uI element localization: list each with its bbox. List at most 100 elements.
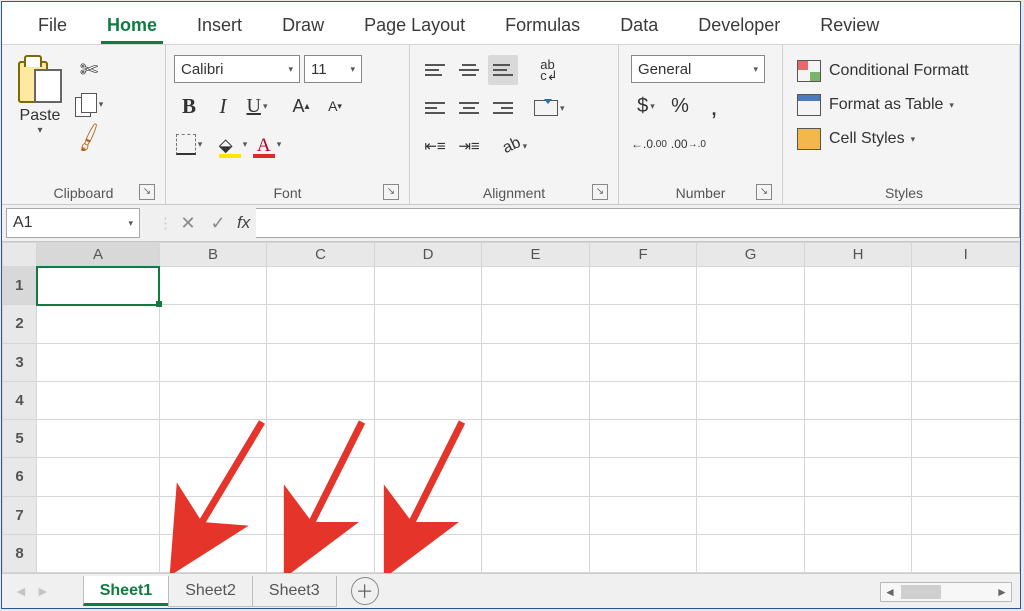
tab-review[interactable]: Review xyxy=(814,7,885,44)
cell[interactable] xyxy=(804,496,912,534)
cell[interactable] xyxy=(159,458,267,496)
cell[interactable] xyxy=(804,458,912,496)
cell[interactable] xyxy=(374,458,482,496)
tab-draw[interactable]: Draw xyxy=(276,7,330,44)
cell[interactable] xyxy=(589,420,697,458)
cell[interactable] xyxy=(912,420,1020,458)
cell[interactable] xyxy=(697,305,805,343)
cell[interactable] xyxy=(159,305,267,343)
tab-page-layout[interactable]: Page Layout xyxy=(358,7,471,44)
cell[interactable] xyxy=(697,496,805,534)
cell[interactable] xyxy=(37,343,160,381)
cell[interactable] xyxy=(697,458,805,496)
font-color-button[interactable]: A▾ xyxy=(252,129,282,159)
cell[interactable] xyxy=(482,458,590,496)
cell[interactable] xyxy=(482,496,590,534)
align-middle-button[interactable] xyxy=(454,55,484,85)
cell[interactable] xyxy=(804,343,912,381)
cell[interactable] xyxy=(267,381,375,419)
cell[interactable] xyxy=(697,420,805,458)
cell[interactable] xyxy=(912,458,1020,496)
sheet-nav-prev[interactable]: ◄ xyxy=(10,583,32,599)
cell[interactable] xyxy=(159,343,267,381)
cancel-formula-button[interactable]: ✕ xyxy=(173,213,203,234)
cell[interactable] xyxy=(697,381,805,419)
cell[interactable] xyxy=(37,496,160,534)
align-bottom-button[interactable] xyxy=(488,55,518,85)
cell[interactable] xyxy=(267,343,375,381)
cell[interactable] xyxy=(159,267,267,305)
tab-developer[interactable]: Developer xyxy=(692,7,786,44)
cell[interactable] xyxy=(804,381,912,419)
align-right-button[interactable] xyxy=(488,93,518,123)
increase-decimal-button[interactable]: ←.0.00 xyxy=(631,129,667,159)
cell[interactable] xyxy=(482,305,590,343)
formula-input[interactable] xyxy=(256,208,1020,238)
scroll-right[interactable]: ► xyxy=(993,585,1011,599)
col-header-D[interactable]: D xyxy=(374,243,482,267)
cell[interactable] xyxy=(374,381,482,419)
cell[interactable] xyxy=(589,458,697,496)
cell[interactable] xyxy=(482,420,590,458)
sheet-tab-1[interactable]: Sheet1 xyxy=(83,576,169,606)
sheet-tab-2[interactable]: Sheet2 xyxy=(168,576,253,607)
sheet-nav-next[interactable]: ► xyxy=(32,583,54,599)
tab-insert[interactable]: Insert xyxy=(191,7,248,44)
cell[interactable] xyxy=(37,534,160,572)
cell[interactable] xyxy=(374,305,482,343)
col-header-H[interactable]: H xyxy=(804,243,912,267)
merge-center-button[interactable]: ▾ xyxy=(534,93,565,123)
cell[interactable] xyxy=(159,381,267,419)
align-top-button[interactable] xyxy=(420,55,450,85)
cell[interactable] xyxy=(159,534,267,572)
number-format-selector[interactable]: General▾ xyxy=(631,55,765,83)
alignment-launcher[interactable]: ↘ xyxy=(592,184,608,200)
format-painter-button[interactable]: 🖌 xyxy=(74,123,104,153)
increase-font-button[interactable]: A▴ xyxy=(286,91,316,121)
font-launcher[interactable]: ↘ xyxy=(383,184,399,200)
row-header-3[interactable]: 3 xyxy=(3,343,37,381)
select-all-corner[interactable] xyxy=(3,243,37,267)
cell[interactable] xyxy=(37,458,160,496)
cell[interactable] xyxy=(267,267,375,305)
col-header-E[interactable]: E xyxy=(482,243,590,267)
scroll-thumb[interactable] xyxy=(901,585,941,599)
tab-formulas[interactable]: Formulas xyxy=(499,7,586,44)
row-header-1[interactable]: 1 xyxy=(3,267,37,305)
cell[interactable] xyxy=(482,381,590,419)
cell[interactable] xyxy=(482,267,590,305)
cell[interactable] xyxy=(374,496,482,534)
underline-button[interactable]: U▾ xyxy=(242,91,272,121)
cell[interactable] xyxy=(804,267,912,305)
tab-data[interactable]: Data xyxy=(614,7,664,44)
cell[interactable] xyxy=(912,496,1020,534)
number-launcher[interactable]: ↘ xyxy=(756,184,772,200)
font-size-selector[interactable]: 11▾ xyxy=(304,55,362,83)
cell[interactable] xyxy=(912,534,1020,572)
cell[interactable] xyxy=(804,420,912,458)
cell[interactable] xyxy=(37,420,160,458)
align-center-button[interactable] xyxy=(454,93,484,123)
decrease-indent-button[interactable]: ⇤≡ xyxy=(420,131,450,161)
cell[interactable] xyxy=(912,305,1020,343)
bold-button[interactable]: B xyxy=(174,91,204,121)
conditional-formatting-button[interactable]: Conditional Formatt xyxy=(793,55,973,87)
comma-format-button[interactable]: , xyxy=(699,91,729,121)
row-header-6[interactable]: 6 xyxy=(3,458,37,496)
font-name-selector[interactable]: Calibri▾ xyxy=(174,55,300,83)
decrease-font-button[interactable]: A▾ xyxy=(320,91,350,121)
col-header-I[interactable]: I xyxy=(912,243,1020,267)
cell[interactable] xyxy=(589,305,697,343)
col-header-A[interactable]: A xyxy=(37,243,160,267)
decrease-decimal-button[interactable]: .00→.0 xyxy=(671,129,706,159)
clipboard-launcher[interactable]: ↘ xyxy=(139,184,155,200)
italic-button[interactable]: I xyxy=(208,91,238,121)
fill-color-button[interactable]: ⬙▾ xyxy=(218,129,248,159)
cell[interactable] xyxy=(589,381,697,419)
cell[interactable] xyxy=(589,534,697,572)
orientation-button[interactable]: ab▾ xyxy=(500,131,530,161)
col-header-G[interactable]: G xyxy=(697,243,805,267)
wrap-text-button[interactable]: abc↲ xyxy=(534,55,564,85)
cell[interactable] xyxy=(589,343,697,381)
row-header-2[interactable]: 2 xyxy=(3,305,37,343)
